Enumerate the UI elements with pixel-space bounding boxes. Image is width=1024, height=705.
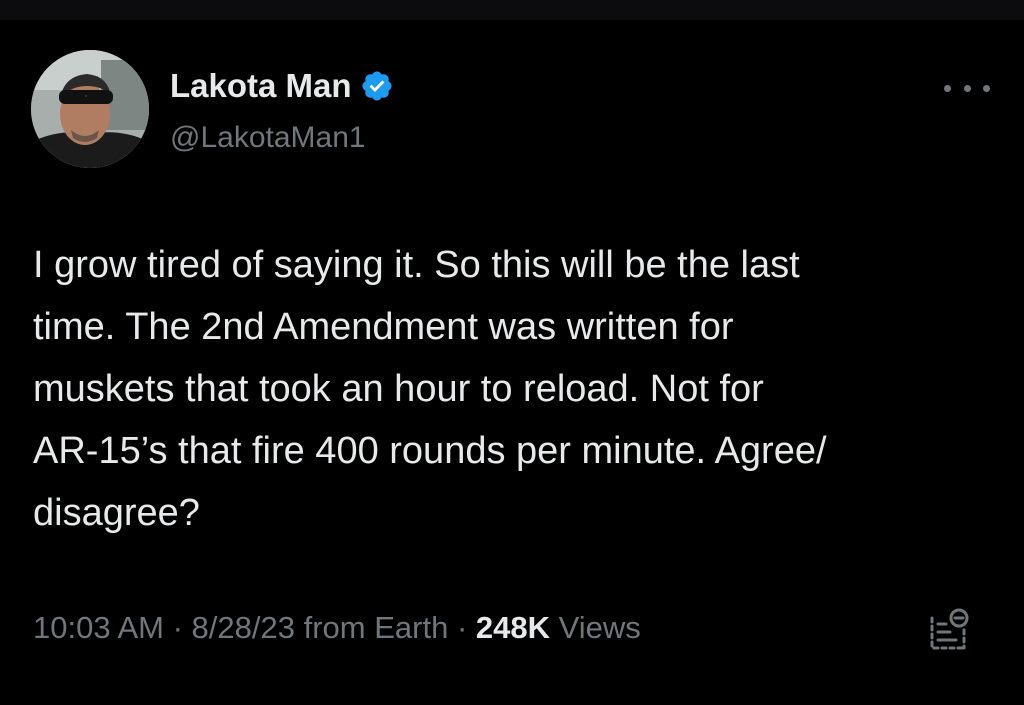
tweet-time[interactable]: 10:03 AM [33,610,164,645]
author-name-row[interactable]: Lakota Man [170,66,394,106]
tweet-source: from Earth [303,610,449,645]
tweet-screen: Lakota Man @LakotaMan1 I grow tired of s… [0,0,1024,705]
analytics-icon[interactable] [924,604,970,654]
views-label[interactable]: Views [559,610,641,645]
tweet-text-line: AR-15’s that fire 400 rounds per minute.… [33,430,827,472]
tweet-text-line: disagree? [33,492,200,534]
more-dot [983,84,990,92]
tweet-text-line: time. The 2nd Amendment was written for [33,306,734,348]
tweet-date[interactable]: 8/28/23 [192,610,295,645]
avatar[interactable] [31,50,149,168]
author-handle[interactable]: @LakotaMan1 [170,118,366,158]
status-bar-area [0,0,1024,20]
more-dot [944,84,951,92]
author-display-name[interactable]: Lakota Man [170,66,352,106]
meta-separator: · [448,610,476,645]
avatar-photo [31,50,149,168]
more-options-icon[interactable] [944,78,990,98]
verified-badge-icon [362,71,392,101]
meta-separator: · [163,610,192,645]
more-dot [963,84,971,92]
tweet-text-line: I grow tired of saying it. So this will … [33,244,800,286]
views-count[interactable]: 248K [476,610,550,645]
tweet-metadata: 10:03 AM · 8/28/23 from Earth · 248K Vie… [33,606,641,650]
tweet-text-line: muskets that took an hour to reload. Not… [33,368,764,410]
tweet-text: I grow tired of saying it. So this will … [33,234,993,544]
